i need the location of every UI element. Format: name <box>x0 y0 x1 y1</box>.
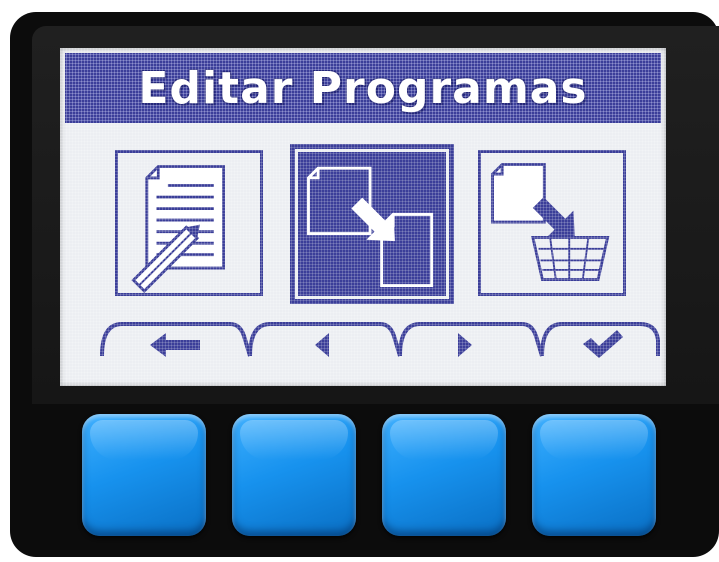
softkey-button-4[interactable] <box>532 414 656 536</box>
delete-program-icon <box>491 163 610 282</box>
title-bar: Editar Programas <box>65 53 661 123</box>
copy-program-option[interactable] <box>290 144 454 304</box>
edit-program-option[interactable] <box>115 150 263 296</box>
copy-program-icon <box>302 156 442 292</box>
page-title: Editar Programas <box>138 62 588 114</box>
lcd-screen: Editar Programas <box>60 48 666 386</box>
edit-document-icon <box>131 164 225 293</box>
right-arrow-icon <box>420 330 510 360</box>
left-arrow-icon <box>277 330 367 360</box>
back-arrow-icon <box>130 330 220 360</box>
softkey-button-1[interactable] <box>82 414 206 536</box>
softkey-button-3[interactable] <box>382 414 506 536</box>
softkey-button-2[interactable] <box>232 414 356 536</box>
delete-program-option[interactable] <box>478 150 626 296</box>
checkmark-icon <box>555 328 645 358</box>
